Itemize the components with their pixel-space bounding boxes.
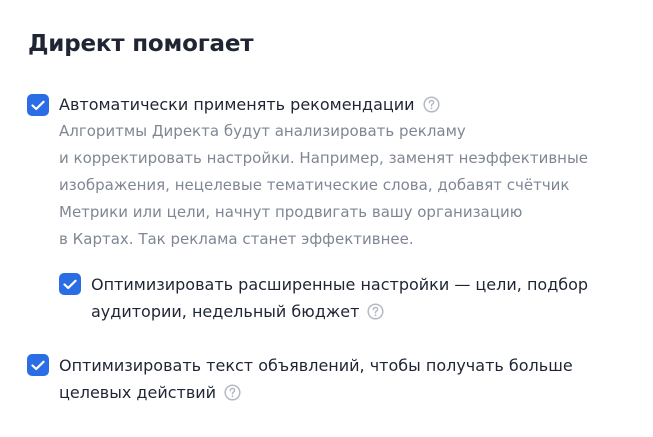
auto-apply-description-line: Алгоритмы Директа будут анализировать ре… <box>59 122 466 140</box>
question-circle-icon[interactable] <box>224 384 241 401</box>
question-circle-icon[interactable] <box>367 303 384 320</box>
checkmark-icon <box>31 360 45 370</box>
option-label-line: аудитории, недельный бюджет <box>91 302 360 321</box>
question-circle-icon[interactable] <box>423 96 440 113</box>
optimize-advanced-settings-checkbox[interactable] <box>59 273 81 295</box>
auto-apply-description-line: в Картах. Так реклама станет эффективнее… <box>59 230 414 248</box>
option-label-line: Автоматически применять рекомендации <box>59 95 415 114</box>
auto-apply-description-line: и корректировать настройки. Например, за… <box>59 149 589 167</box>
optimize-ad-text-label-line[interactable]: Оптимизировать текст объявлений, чтобы п… <box>59 352 573 379</box>
optimize-advanced-settings-label-line[interactable]: Оптимизировать расширенные настройки — ц… <box>91 271 588 298</box>
optimize-ad-text-checkbox[interactable] <box>27 354 49 376</box>
direct-helps-panel: Директ помогает Автоматически применять … <box>0 0 653 437</box>
section-title: Директ помогает <box>28 31 254 57</box>
auto-apply-description-line: изображения, нецелевые тематические слов… <box>59 176 570 194</box>
optimize-ad-text-label-line[interactable]: целевых действий <box>59 379 241 406</box>
auto-apply-recommendations-label[interactable]: Автоматически применять рекомендации <box>59 91 440 118</box>
checkmark-icon <box>63 279 77 289</box>
option-label-line: целевых действий <box>59 383 217 402</box>
checkmark-icon <box>31 100 45 110</box>
auto-apply-recommendations-checkbox[interactable] <box>27 94 49 116</box>
optimize-advanced-settings-label-line[interactable]: аудитории, недельный бюджет <box>91 298 384 325</box>
auto-apply-description-line: Метрики или цели, начнут продвигать вашу… <box>59 203 523 221</box>
